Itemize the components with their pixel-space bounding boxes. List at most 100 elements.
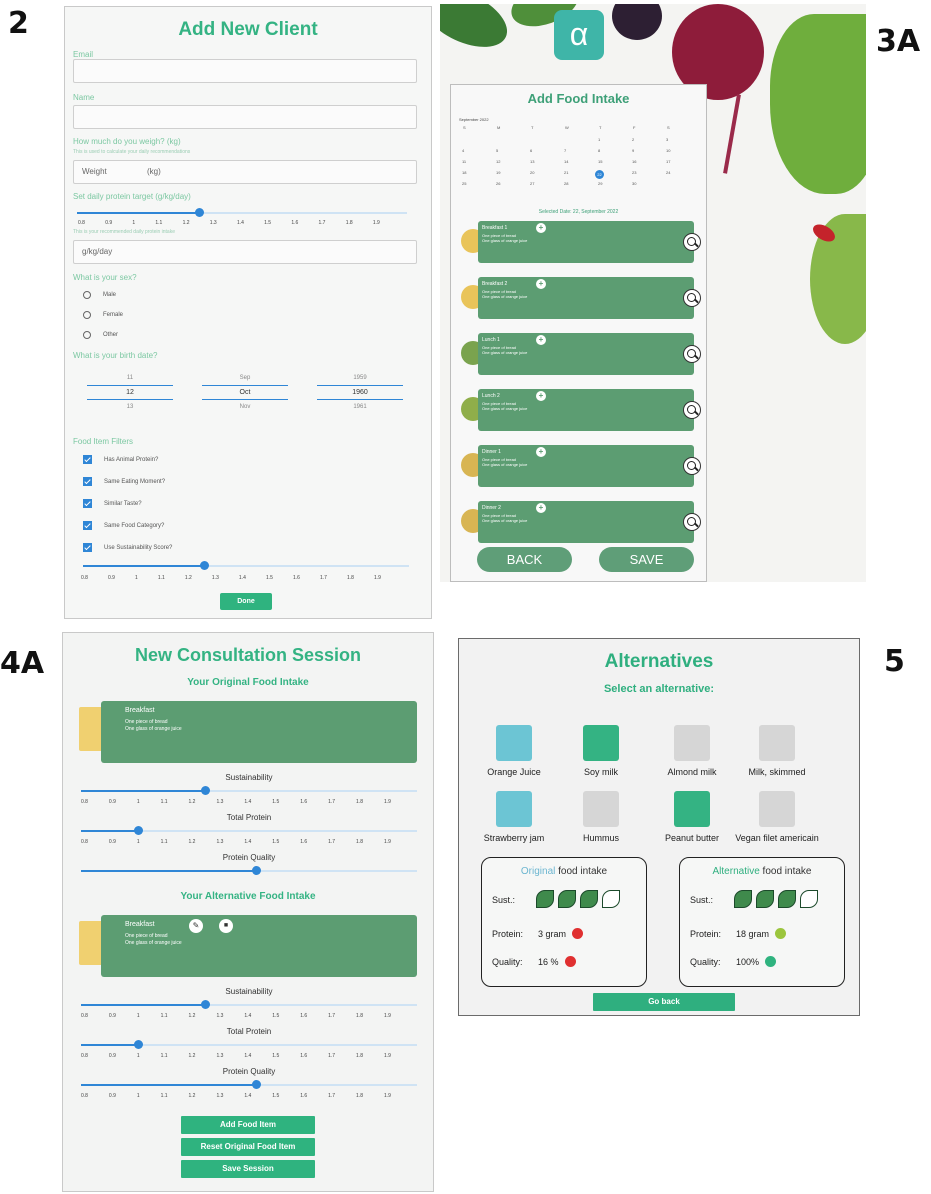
done-button[interactable]: Done [220, 593, 272, 610]
filter-slider[interactable] [83, 560, 409, 572]
calendar-day[interactable]: 25 [462, 181, 466, 186]
checkbox[interactable] [83, 521, 92, 530]
alternative-tile[interactable] [674, 725, 710, 761]
calendar-day[interactable]: 24 [666, 170, 670, 175]
calendar-day[interactable]: 15 [598, 159, 602, 164]
radio-other[interactable]: Other [83, 331, 118, 339]
filter-food-category[interactable]: Same Food Category? [83, 521, 164, 530]
go-back-button[interactable]: Go back [593, 993, 735, 1011]
meal-card[interactable]: Breakfast 2 One piece of bread One glass o… [478, 277, 701, 319]
alternative-tile[interactable] [674, 791, 710, 827]
radio-female[interactable]: Female [83, 311, 123, 319]
radio-circle[interactable] [83, 331, 91, 339]
alternative-tile[interactable] [496, 725, 532, 761]
protein-target-slider[interactable] [77, 207, 407, 219]
day-picker[interactable]: 11 12 13 [87, 375, 173, 410]
radio-male[interactable]: Male [83, 291, 116, 299]
alternative-food-card[interactable]: Breakfast One piece of bread One glass o… [101, 915, 417, 977]
delete-icon[interactable]: ■ [219, 919, 233, 933]
meal-card[interactable]: Breakfast 1 One piece of bread One glass o… [478, 221, 701, 263]
calendar-day[interactable]: 14 [564, 159, 568, 164]
slider-knob[interactable] [201, 1000, 211, 1009]
calendar-day[interactable]: 28 [564, 181, 568, 186]
slider-knob[interactable] [134, 1040, 144, 1049]
calendar-day[interactable]: 13 [530, 159, 534, 164]
filter-similar-taste[interactable]: Similar Taste? [83, 499, 142, 508]
calendar-day[interactable]: 4 [462, 148, 464, 153]
filter-animal-protein[interactable]: Has Animal Protein? [83, 455, 158, 464]
calendar-day[interactable]: 30 [632, 181, 636, 186]
slider-knob[interactable] [134, 826, 144, 835]
calendar-day[interactable]: 19 [496, 170, 500, 175]
calendar-day[interactable]: 6 [530, 148, 532, 153]
meal-card[interactable]: Lunch 2 One piece of bread One glass of or… [478, 389, 701, 431]
calendar-day[interactable]: 5 [496, 148, 498, 153]
calendar-day-selected[interactable]: 22 [595, 170, 604, 179]
slider-knob[interactable] [195, 208, 205, 217]
add-icon[interactable]: + [536, 503, 546, 513]
calendar-day[interactable]: 27 [530, 181, 534, 186]
slider-protein-quality[interactable] [81, 1079, 417, 1091]
add-icon[interactable]: + [536, 447, 546, 457]
search-icon[interactable] [683, 513, 701, 531]
edit-icon[interactable]: ✎ [189, 919, 203, 933]
back-button[interactable]: BACK [477, 547, 572, 572]
calendar-day[interactable]: 10 [666, 148, 670, 153]
month-picker[interactable]: Sep Oct Nov [202, 375, 288, 410]
search-icon[interactable] [683, 233, 701, 251]
calendar-day[interactable]: 12 [496, 159, 500, 164]
add-icon[interactable]: + [536, 335, 546, 345]
filter-sustainability[interactable]: Use Sustainability Score? [83, 543, 172, 552]
calendar-day[interactable]: 18 [462, 170, 466, 175]
calendar-day[interactable]: 1 [598, 137, 600, 142]
protein-target-field[interactable]: g/kg/day [73, 240, 417, 264]
day-selected[interactable]: 12 [87, 385, 173, 400]
calendar[interactable]: S M T W T F S 1 2 3 4 5 6 7 8 9 10 11 12 13 14 15 16 17 18 19 20 21… [459, 125, 699, 189]
reset-food-item-button[interactable]: Reset Original Food Item [181, 1138, 315, 1156]
checkbox[interactable] [83, 543, 92, 552]
calendar-day[interactable]: 20 [530, 170, 534, 175]
slider-knob[interactable] [199, 561, 209, 570]
alternative-tile[interactable] [759, 791, 795, 827]
slider-knob[interactable] [251, 866, 261, 875]
radio-circle[interactable] [83, 311, 91, 319]
meal-card[interactable]: Dinner 1 One piece of bread One glass of o… [478, 445, 701, 487]
alternative-tile[interactable] [759, 725, 795, 761]
calendar-day[interactable]: 21 [564, 170, 568, 175]
search-icon[interactable] [683, 457, 701, 475]
calendar-day[interactable]: 29 [598, 181, 602, 186]
calendar-day[interactable]: 2 [632, 137, 634, 142]
calendar-day[interactable]: 9 [632, 148, 634, 153]
month-selected[interactable]: Oct [202, 385, 288, 400]
filter-eating-moment[interactable]: Same Eating Moment? [83, 477, 165, 486]
name-field[interactable] [73, 105, 417, 129]
alternative-label[interactable]: Milk, skimmed [722, 767, 832, 777]
alternative-tile[interactable] [496, 791, 532, 827]
search-icon[interactable] [683, 401, 701, 419]
add-food-item-button[interactable]: Add Food Item [181, 1116, 315, 1134]
add-icon[interactable]: + [536, 279, 546, 289]
calendar-day[interactable]: 11 [462, 159, 466, 164]
radio-circle[interactable] [83, 291, 91, 299]
year-selected[interactable]: 1960 [317, 385, 403, 400]
search-icon[interactable] [683, 289, 701, 307]
search-icon[interactable] [683, 345, 701, 363]
save-session-button[interactable]: Save Session [181, 1160, 315, 1178]
calendar-day[interactable]: 26 [496, 181, 500, 186]
slider-total-protein[interactable] [81, 825, 417, 837]
email-field[interactable] [73, 59, 417, 83]
slider-total-protein[interactable] [81, 1039, 417, 1051]
save-button[interactable]: SAVE [599, 547, 694, 572]
alternative-tile[interactable] [583, 725, 619, 761]
year-picker[interactable]: 1959 1960 1961 [317, 375, 403, 410]
meal-card[interactable]: Lunch 1 One piece of bread One glass of or… [478, 333, 701, 375]
slider-protein-quality[interactable] [81, 865, 417, 877]
calendar-day[interactable]: 3 [666, 137, 668, 142]
meal-card[interactable]: Dinner 2 One piece of bread One glass of o… [478, 501, 701, 543]
checkbox[interactable] [83, 499, 92, 508]
slider-sustainability[interactable] [81, 785, 417, 797]
add-icon[interactable]: + [536, 391, 546, 401]
alternative-tile[interactable] [583, 791, 619, 827]
slider-sustainability[interactable] [81, 999, 417, 1011]
checkbox[interactable] [83, 477, 92, 486]
